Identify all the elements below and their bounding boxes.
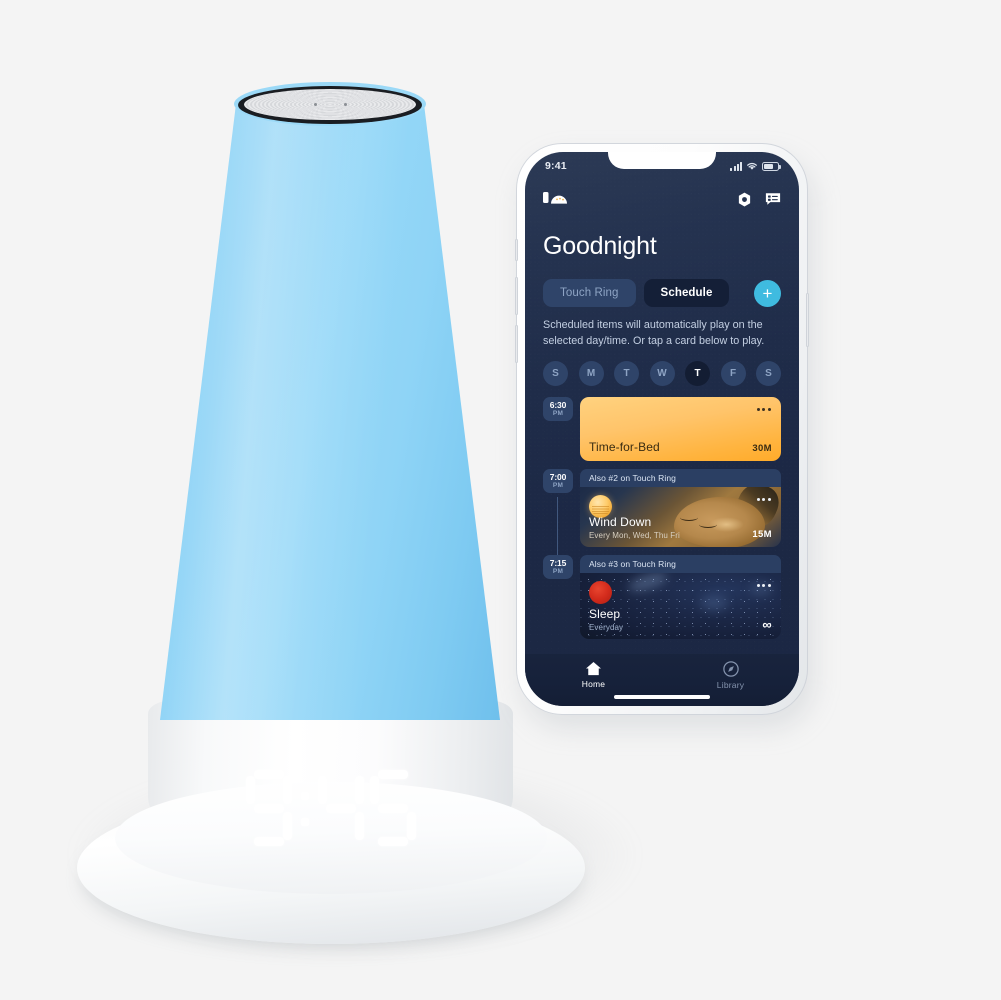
card-title: Time-for-Bed xyxy=(589,439,660,454)
card-column: Also #3 on Touch Ring Sleep Everyday ∞ xyxy=(580,555,781,640)
phone-volume-down-button[interactable] xyxy=(515,325,518,363)
routine-card-wind-down[interactable]: Wind Down Every Mon, Wed, Thu Fri 15M xyxy=(580,487,781,548)
day-tuesday[interactable]: T xyxy=(614,361,639,387)
day-saturday[interactable]: S xyxy=(756,361,781,387)
smart-sleep-lamp: 9:45 xyxy=(55,60,635,950)
card-title: Sleep xyxy=(589,607,621,622)
day-friday[interactable]: F xyxy=(720,361,746,387)
card-banner: Also #2 on Touch Ring xyxy=(580,469,781,488)
nav-label-library: Library xyxy=(716,680,745,690)
schedule-row: 7:00 PM Also #2 on Touch Ring Wind Down … xyxy=(543,469,781,560)
main-content: Goodnight Touch Ring Schedule + Schedule… xyxy=(525,214,799,654)
card-text: Sleep Everyday xyxy=(589,607,623,632)
day-selector: S M T W T F S xyxy=(543,361,781,387)
settings-gear-icon[interactable] xyxy=(737,192,752,207)
card-column: Time-for-Bed 30M xyxy=(580,397,781,462)
seven-segment-clock xyxy=(245,770,416,846)
phone-mockup: 9:41 Goodnight Touch Ring Schedule + Sch… xyxy=(515,143,814,729)
clock-digit-hour xyxy=(245,770,292,846)
home-icon xyxy=(586,661,601,676)
nav-label-home: Home xyxy=(581,679,606,689)
card-footer: Sleep Everyday ∞ xyxy=(589,607,772,632)
card-duration: 15M xyxy=(752,529,772,541)
time-column: 6:30 PM xyxy=(543,397,573,461)
page-title: Goodnight xyxy=(543,232,657,260)
card-text: Wind Down Every Mon, Wed, Thu Fri xyxy=(589,515,680,540)
time-badge: 7:15 PM xyxy=(543,555,573,580)
schedule-list: 6:30 PM Time-for-Bed 30M 7:00 PM Also #2… xyxy=(543,397,781,640)
tab-touch-ring[interactable]: Touch Ring xyxy=(543,279,636,307)
nav-item-library[interactable]: Library xyxy=(662,661,799,690)
day-wednesday[interactable]: W xyxy=(649,361,675,387)
phone-mute-switch[interactable] xyxy=(515,239,518,261)
schedule-row: 6:30 PM Time-for-Bed 30M xyxy=(543,397,781,462)
product-scene: 9:45 9:41 xyxy=(0,0,1001,1000)
clock-colon xyxy=(298,770,312,846)
schedule-row: 7:15 PM Also #3 on Touch Ring Sleep Ever… xyxy=(543,555,781,640)
card-footer: Wind Down Every Mon, Wed, Thu Fri 15M xyxy=(589,515,772,540)
time-meridiem: PM xyxy=(552,568,564,576)
bottom-navigation: Home Library xyxy=(525,654,799,706)
time-meridiem: PM xyxy=(552,482,564,490)
red-dot-badge-icon xyxy=(589,581,612,605)
time-value: 6:30 xyxy=(549,400,567,411)
card-title: Wind Down xyxy=(589,515,652,530)
battery-icon xyxy=(762,161,781,171)
clock-digit-minute-tens xyxy=(317,770,364,846)
timeline-connector xyxy=(557,497,558,560)
status-bar-time: 9:41 xyxy=(545,160,567,172)
day-monday[interactable]: M xyxy=(578,361,604,387)
day-sunday[interactable]: S xyxy=(543,361,568,387)
phone-screen: 9:41 Goodnight Touch Ring Schedule + Sch… xyxy=(525,152,799,706)
routine-card-sleep[interactable]: Sleep Everyday ∞ xyxy=(580,573,781,640)
card-duration: 30M xyxy=(752,443,772,455)
phone-volume-up-button[interactable] xyxy=(515,277,518,315)
lamp-clock-display: 9:45 xyxy=(148,760,513,856)
header-icon-group xyxy=(737,192,781,207)
time-badge: 7:00 PM xyxy=(543,469,573,494)
phone-power-button[interactable] xyxy=(806,293,809,347)
more-options-icon[interactable] xyxy=(756,584,771,588)
card-duration: ∞ xyxy=(762,617,772,633)
cellular-signal-icon xyxy=(730,161,742,171)
card-column: Also #2 on Touch Ring Wind Down Every Mo… xyxy=(580,469,781,548)
card-subtitle: Everyday xyxy=(589,623,624,633)
card-text: Time-for-Bed xyxy=(589,440,660,454)
list-feed-icon[interactable] xyxy=(765,192,781,206)
hatch-brand-logo-icon[interactable] xyxy=(543,191,569,208)
time-badge: 6:30 PM xyxy=(543,397,573,422)
nebula-decor xyxy=(626,573,670,596)
lamp-speaker-grille-icon xyxy=(244,89,416,120)
helper-text: Scheduled items will automatically play … xyxy=(543,319,765,347)
more-options-icon[interactable] xyxy=(756,408,771,412)
compass-icon xyxy=(722,661,739,677)
add-routine-button[interactable]: + xyxy=(754,279,781,307)
more-options-icon[interactable] xyxy=(756,498,771,502)
mode-tab-row: Touch Ring Schedule + xyxy=(543,279,781,307)
status-bar-icons xyxy=(730,161,781,171)
time-column: 7:15 PM xyxy=(543,555,573,639)
tab-schedule[interactable]: Schedule xyxy=(643,279,730,307)
card-banner: Also #3 on Touch Ring xyxy=(580,555,781,574)
routine-card-time-for-bed[interactable]: Time-for-Bed 30M xyxy=(580,397,781,462)
home-indicator[interactable] xyxy=(614,695,710,699)
wifi-icon xyxy=(747,162,757,170)
time-value: 7:00 xyxy=(549,472,567,483)
time-value: 7:15 xyxy=(549,558,567,569)
lamp-grille-sensor-dot xyxy=(344,103,347,106)
day-thursday[interactable]: T xyxy=(685,361,710,387)
time-column: 7:00 PM xyxy=(543,469,573,560)
card-subtitle: Every Mon, Wed, Thu Fri xyxy=(589,531,680,541)
lamp-light-shade[interactable] xyxy=(160,100,500,720)
time-meridiem: PM xyxy=(552,410,564,418)
lamp-grille-sensor-dot xyxy=(314,103,317,106)
app-header xyxy=(525,182,799,216)
card-footer: Time-for-Bed 30M xyxy=(589,440,772,454)
clock-digit-minute-ones xyxy=(369,770,416,846)
phone-notch xyxy=(608,152,716,169)
phone-frame: 9:41 Goodnight Touch Ring Schedule + Sch… xyxy=(515,143,809,715)
nav-item-home[interactable]: Home xyxy=(525,661,662,689)
